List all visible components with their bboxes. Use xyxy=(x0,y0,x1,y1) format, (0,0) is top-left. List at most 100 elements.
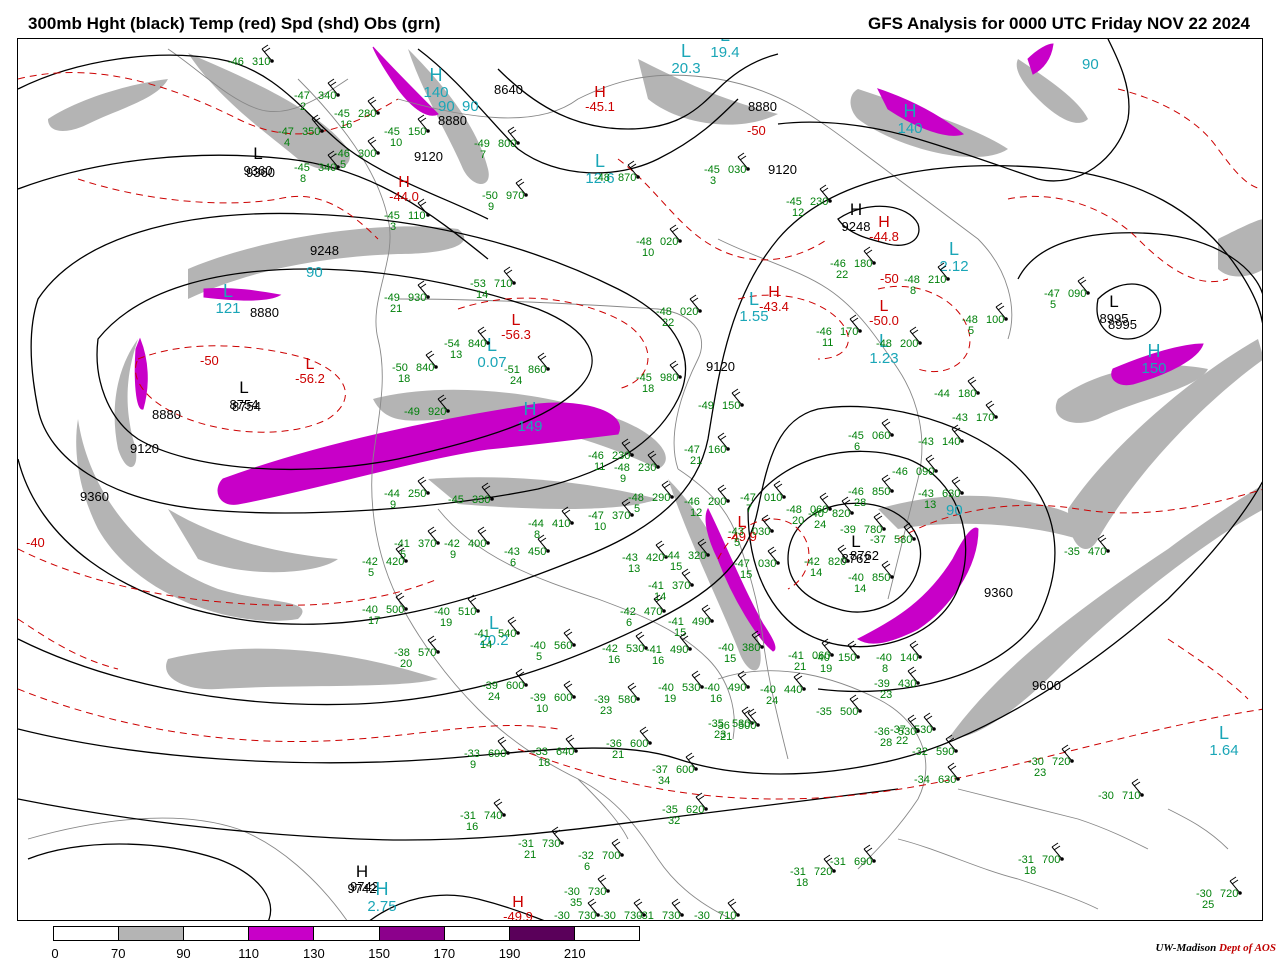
station-height: 430 xyxy=(898,678,916,690)
station-height: 160 xyxy=(708,444,726,456)
station-height: 100 xyxy=(986,314,1004,326)
station-height: 150 xyxy=(408,126,426,138)
station-dewpoint-depression: 6 xyxy=(510,557,516,569)
station-dewpoint-depression: 8 xyxy=(910,285,916,297)
station-dewpoint-depression: 28 xyxy=(880,737,892,749)
station-ob: -47 16021 xyxy=(684,432,730,467)
station-dewpoint-depression: 23 xyxy=(1034,767,1046,779)
credit-dept: Dept of AOS xyxy=(1218,942,1276,954)
station-dewpoint-depression: 14 xyxy=(810,567,822,579)
station-height: 710 xyxy=(1122,790,1140,802)
station-height: 800 xyxy=(498,138,516,150)
station-height: 450 xyxy=(528,546,546,558)
station-height: 730 xyxy=(588,886,606,898)
height-contours xyxy=(18,39,1262,920)
station-ob: -38 57020 xyxy=(394,635,440,670)
colorbar-tick-label: 130 xyxy=(303,946,325,961)
station-dewpoint-depression: 21 xyxy=(612,749,624,761)
colorbar-tick-label: 190 xyxy=(498,946,521,961)
station-height: 230 xyxy=(810,196,828,208)
station-height: 090 xyxy=(916,466,934,478)
station-height: 630 xyxy=(942,488,960,500)
station-height: 310 xyxy=(252,56,270,68)
height-contour-label: 9120 xyxy=(414,149,443,164)
station-height: 090 xyxy=(1068,288,1086,300)
station-dewpoint-depression: 21 xyxy=(524,849,536,861)
colorbar-segment xyxy=(444,927,510,940)
station-ob: -31 73021 xyxy=(518,826,564,861)
speed-center-value: 2.12 xyxy=(939,258,968,275)
station-height: 170 xyxy=(976,412,994,424)
station-dewpoint-depression: 10 xyxy=(642,247,654,259)
station-dewpoint-depression: 8 xyxy=(300,173,306,185)
station-dewpoint-depression: 22 xyxy=(836,269,848,281)
station-height: 560 xyxy=(554,640,572,652)
station-dewpoint-depression: 6 xyxy=(584,861,590,873)
station-dewpoint-depression: 18 xyxy=(642,383,654,395)
station-ob: -40 15019 xyxy=(814,640,860,675)
colorbar-tick-label: 0 xyxy=(51,946,59,961)
station-dewpoint-depression: 14 xyxy=(854,583,866,595)
station-dewpoint-depression: 19 xyxy=(820,663,832,675)
station-ob: -40 50017 xyxy=(362,592,408,627)
station-ob: -30 710 xyxy=(1098,778,1144,802)
station-dewpoint-depression: 24 xyxy=(488,691,500,703)
station-temp: -46 xyxy=(892,466,908,478)
station-height: 020 xyxy=(680,306,698,318)
height-contour-label: 9120 xyxy=(706,359,735,374)
speed-contour-label: 90 xyxy=(946,502,963,519)
station-ob: -48 02010 xyxy=(636,224,682,259)
station-height: 230 xyxy=(638,462,656,474)
colorbar-tick-label: 150 xyxy=(368,946,390,961)
station-height: 840 xyxy=(468,338,486,350)
station-ob: -42 53016 xyxy=(602,631,648,666)
station-dewpoint-depression: 13 xyxy=(628,563,640,575)
station-height: 250 xyxy=(408,488,426,500)
speed-center-value: 1.23 xyxy=(869,350,898,367)
height-contour-label: 9600 xyxy=(1032,678,1061,693)
station-dewpoint-depression: 21 xyxy=(720,731,732,743)
station-height: 740 xyxy=(484,810,502,822)
colorbar-tick-label: 70 xyxy=(110,946,126,961)
station-height: 340 xyxy=(318,162,336,174)
station-dewpoint-depression: 21 xyxy=(390,303,402,315)
station-height: 170 xyxy=(840,326,858,338)
station-height: 640 xyxy=(556,746,574,758)
station-height: 580 xyxy=(894,534,912,546)
height-contour-label: 8880 xyxy=(152,407,181,422)
station-ob: -50 9709 xyxy=(482,178,528,213)
station-height: 690 xyxy=(488,748,506,760)
station-height: 500 xyxy=(840,706,858,718)
station-height: 150 xyxy=(838,652,856,664)
colorbar-segment xyxy=(119,927,185,940)
station-dewpoint-depression: 9 xyxy=(470,759,476,771)
height-center-value: 8754 xyxy=(230,397,259,412)
station-temp: -30 xyxy=(694,910,710,921)
analysis-time-title: GFS Analysis for 0000 UTC Friday NOV 22 … xyxy=(867,14,1250,33)
station-height: 140 xyxy=(942,436,960,448)
station-height: 180 xyxy=(958,388,976,400)
station-ob: -45 0303 xyxy=(704,152,750,187)
station-height: 470 xyxy=(1088,546,1106,558)
station-ob: -31 74016 xyxy=(460,798,506,833)
speed-contour-label: 90 xyxy=(306,264,323,281)
station-ob: -32 7006 xyxy=(578,838,624,873)
station-ob: -46 18022 xyxy=(830,246,876,281)
station-dewpoint-depression: 18 xyxy=(398,373,410,385)
speed-center-h: H xyxy=(904,101,917,121)
station-dewpoint-depression: 23 xyxy=(880,689,892,701)
station-height: 370 xyxy=(672,580,690,592)
station-dewpoint-depression: 23 xyxy=(600,705,612,717)
height-center-l: L xyxy=(239,378,248,397)
station-dewpoint-depression: 3 xyxy=(710,175,716,187)
station-height: 440 xyxy=(784,684,802,696)
height-center-value: 9742 xyxy=(348,881,377,896)
station-height: 730 xyxy=(624,910,642,921)
station-ob: -30 730 xyxy=(600,898,646,921)
colorbar-segment xyxy=(509,927,575,940)
station-dewpoint-depression: 19 xyxy=(664,693,676,705)
station-height: 020 xyxy=(660,236,678,248)
station-dewpoint-depression: 8 xyxy=(882,663,888,675)
station-ob: -40 1408 xyxy=(876,640,922,675)
station-ob: -33 6909 xyxy=(464,736,510,771)
